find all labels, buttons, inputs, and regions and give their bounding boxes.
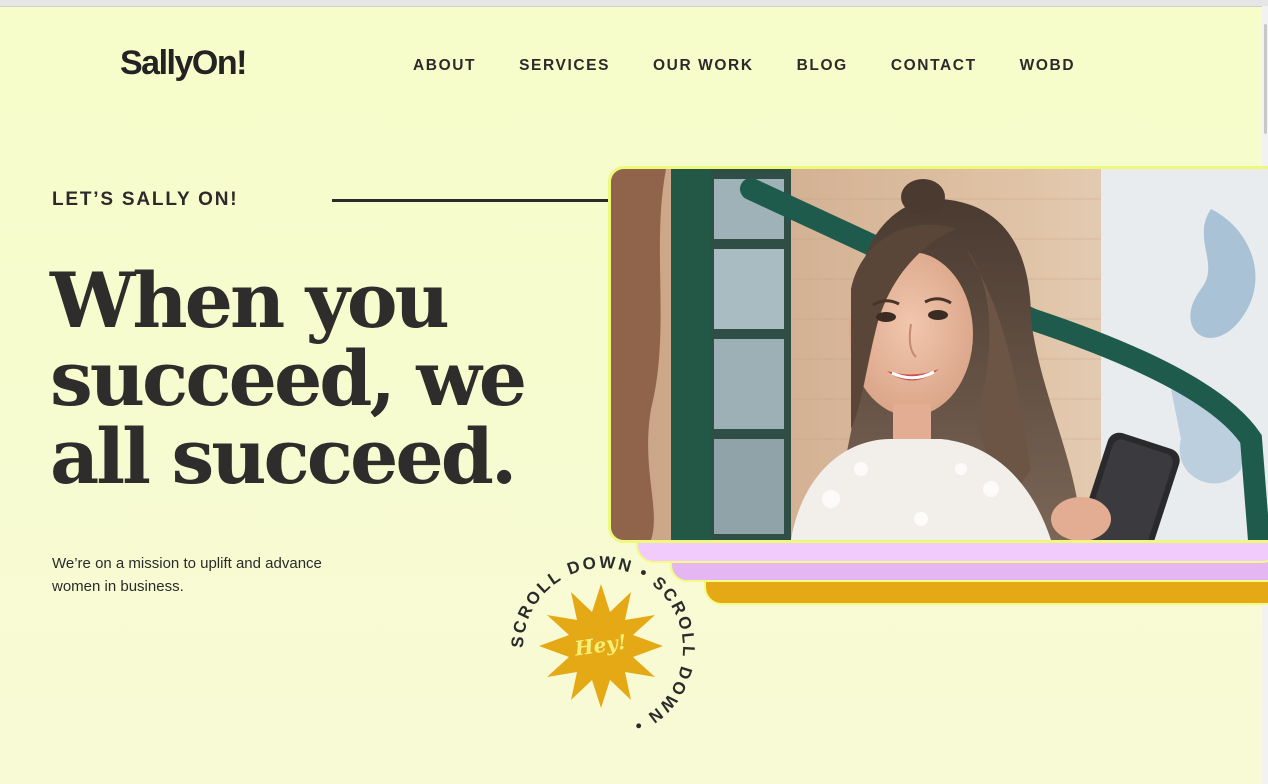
hero-photo — [608, 166, 1268, 543]
headline-line-1: When you — [50, 256, 450, 345]
main-nav: ABOUT SERVICES OUR WORK BLOG CONTACT WOB… — [413, 57, 1075, 75]
hero-subtext: We’re on a mission to uplift and advance… — [52, 555, 322, 595]
nav-item-services[interactable]: SERVICES — [519, 57, 610, 75]
scroll-down-badge-graphic[interactable]: SCROLL DOWN • SCROLL DOWN • Hey! — [505, 550, 701, 746]
nav-item-blog[interactable]: BLOG — [797, 57, 848, 75]
nav-item-our-work[interactable]: OUR WORK — [653, 57, 754, 75]
eyebrow-divider — [332, 199, 608, 202]
hero-photo-illustration — [611, 169, 1268, 540]
hero-eyebrow: LET’S SALLY ON! — [52, 189, 239, 210]
scroll-down-badge[interactable]: SCROLL DOWN • SCROLL DOWN • Hey! — [505, 550, 701, 746]
scrollbar-thumb[interactable] — [1264, 24, 1267, 134]
headline-line-3: all succeed. — [50, 412, 517, 501]
page: SallyOn! ABOUT SERVICES OUR WORK BLOG CO… — [0, 0, 1268, 784]
browser-top-edge — [0, 0, 1268, 7]
site-logo[interactable]: SallyOn! — [120, 44, 247, 83]
nav-item-contact[interactable]: CONTACT — [891, 57, 977, 75]
nav-item-about[interactable]: ABOUT — [413, 57, 476, 75]
nav-item-wobd[interactable]: WOBD — [1020, 57, 1075, 75]
hero-headline: When you succeed, we all succeed. — [50, 262, 610, 496]
headline-line-2: succeed, we — [50, 334, 527, 423]
